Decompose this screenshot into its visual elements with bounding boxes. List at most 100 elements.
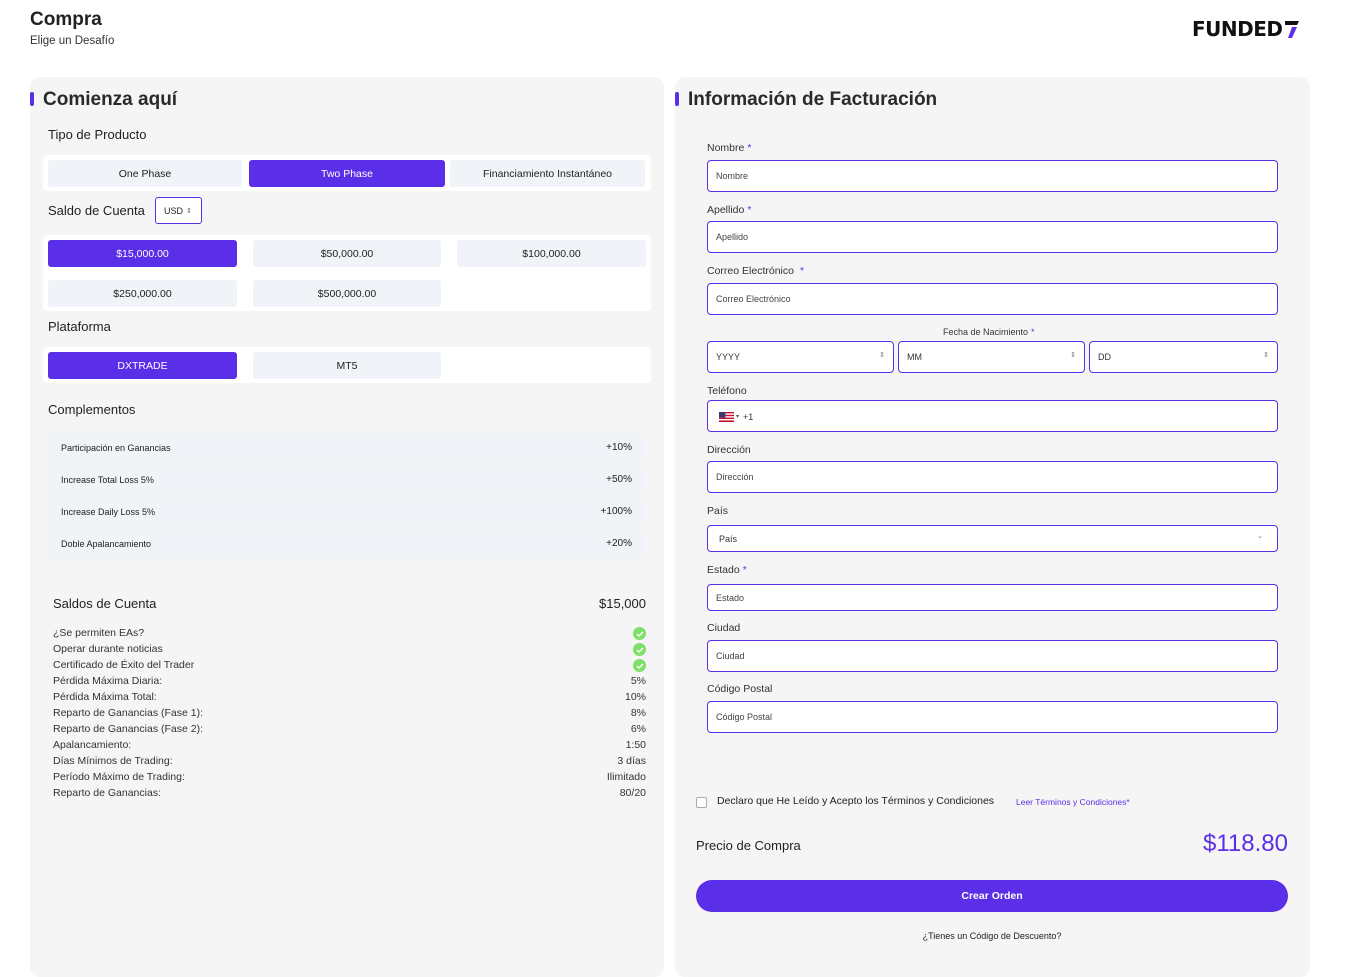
balance-100000[interactable]: $100,000.00	[457, 240, 646, 267]
purchase-price-label: Precio de Compra	[696, 838, 801, 853]
required-mark: *	[742, 564, 747, 576]
summary-row: Reparto de Ganancias (Fase 1): 8%	[53, 707, 646, 723]
dob-year-value: YYYY	[716, 352, 741, 362]
logo-text: FUNDED	[1192, 17, 1283, 41]
required-mark: *	[799, 265, 805, 277]
first-name-label: Nombre *	[707, 142, 751, 154]
product-two-phase[interactable]: Two Phase	[249, 160, 445, 187]
product-instant-funding[interactable]: Financiamiento Instantáneo	[450, 160, 645, 187]
city-label: Ciudad	[707, 622, 741, 634]
summary-row: Período Máximo de Trading: Ilimitado	[53, 771, 646, 787]
country-label: País	[707, 505, 729, 517]
us-flag-icon[interactable]	[719, 412, 734, 422]
first-name-input[interactable]	[707, 160, 1278, 192]
addon-price: +100%	[600, 506, 632, 517]
summary-key: Pérdida Máxima Diaria:	[53, 675, 163, 687]
summary-value: 3 días	[617, 755, 646, 767]
summary-key: Operar durante noticias	[53, 643, 163, 655]
check-icon	[633, 627, 646, 640]
dob-year-select[interactable]: YYYY ⇕	[707, 341, 894, 373]
summary-key: Período Máximo de Trading:	[53, 771, 185, 783]
balance-group: $15,000.00 $50,000.00 $100,000.00 $250,0…	[43, 235, 651, 311]
product-type-label: Tipo de Producto	[48, 127, 147, 142]
state-input[interactable]	[707, 584, 1278, 611]
funded-logo: FUNDED	[1192, 17, 1300, 41]
dob-month-value: MM	[907, 352, 922, 362]
summary-check-row: ¿Se permiten EAs?	[53, 627, 646, 643]
page-title: Compra	[30, 9, 102, 30]
section-title-start: Comienza aquí	[43, 89, 178, 110]
terms-checkbox[interactable]	[696, 797, 707, 808]
dob-month-select[interactable]: MM ⇕	[898, 341, 1085, 373]
label-text: Estado	[707, 564, 740, 576]
section-accent-bar	[675, 92, 679, 106]
phone-input[interactable]: ▾ +1	[707, 400, 1278, 432]
summary-value: 1:50	[625, 739, 646, 751]
addon-row[interactable]: Participación en Ganancias +10%	[48, 433, 646, 463]
country-value: País	[719, 533, 738, 544]
email-label: Correo Electrónico *	[707, 265, 804, 277]
terms-text: Declaro que He Leído y Acepto los Términ…	[717, 795, 995, 807]
summary-value: 5%	[630, 675, 646, 687]
addon-row[interactable]: Doble Apalancamiento +20%	[48, 529, 646, 559]
create-order-button[interactable]: Crear Orden	[696, 880, 1288, 912]
check-icon	[633, 643, 646, 656]
account-balance-label: Saldo de Cuenta	[48, 203, 145, 218]
select-arrows-icon: ⇕	[1263, 352, 1269, 359]
discount-code-link[interactable]: ¿Tienes un Código de Descuento?	[696, 931, 1288, 941]
addon-name: Participación en Ganancias	[61, 443, 171, 453]
address-label: Dirección	[707, 444, 751, 456]
summary-check-row: Operar durante noticias	[53, 643, 646, 659]
required-mark: *	[747, 204, 752, 216]
balance-250000[interactable]: $250,000.00	[48, 280, 237, 307]
addon-price: +50%	[606, 474, 632, 485]
phone-label: Teléfono	[707, 385, 747, 397]
summary-key: Pérdida Máxima Total:	[53, 691, 157, 703]
postal-code-label: Código Postal	[707, 683, 773, 695]
summary-key: Apalancamiento:	[53, 739, 132, 751]
addon-row[interactable]: Increase Total Loss 5% +50%	[48, 465, 646, 495]
dob-day-value: DD	[1098, 352, 1111, 362]
postal-code-input[interactable]	[707, 701, 1278, 733]
summary-row: Reparto de Ganancias (Fase 2): 6%	[53, 723, 646, 739]
required-mark: *	[747, 142, 752, 154]
summary-value: 8%	[630, 707, 646, 719]
last-name-input[interactable]	[707, 221, 1278, 253]
product-type-group: One Phase Two Phase Financiamiento Insta…	[43, 155, 651, 191]
label-text: Correo Electrónico	[707, 265, 794, 277]
summary-value: 80/20	[619, 787, 646, 799]
section-accent-bar	[30, 92, 34, 106]
summary-row: Apalancamiento: 1:50	[53, 739, 646, 755]
balance-15000[interactable]: $15,000.00	[48, 240, 237, 267]
platform-mt5[interactable]: MT5	[253, 352, 441, 379]
summary-key: Reparto de Ganancias (Fase 2):	[53, 723, 203, 735]
currency-value: USD	[164, 205, 184, 216]
product-one-phase[interactable]: One Phase	[48, 160, 242, 187]
required-mark: *	[1031, 327, 1035, 337]
select-arrows-icon: ⇕	[186, 207, 192, 215]
email-input[interactable]	[707, 283, 1278, 315]
state-label: Estado *	[707, 564, 747, 576]
terms-link[interactable]: Leer Términos y Condiciones*	[1016, 797, 1130, 807]
select-arrows-icon: ⇕	[1070, 352, 1076, 359]
address-input[interactable]	[707, 461, 1278, 493]
page-subtitle: Elige un Desafío	[30, 35, 115, 47]
chevron-down-icon: ▾	[736, 414, 740, 420]
summary-row: Reparto de Ganancias: 80/20	[53, 787, 646, 803]
balance-50000[interactable]: $50,000.00	[253, 240, 441, 267]
summary-value: 10%	[624, 691, 646, 703]
country-select[interactable]: País ⌄	[707, 525, 1278, 552]
phone-country-code: +1	[743, 412, 754, 422]
summary-value: 6%	[630, 723, 646, 735]
summary-row: Pérdida Máxima Total: 10%	[53, 691, 646, 707]
summary-heading: Saldos de Cuenta	[53, 596, 157, 611]
check-icon	[633, 659, 646, 672]
balance-500000[interactable]: $500,000.00	[253, 280, 441, 307]
label-text: Apellido	[707, 204, 745, 216]
currency-select[interactable]: USD ⇕	[155, 197, 202, 224]
platform-dxtrade[interactable]: DXTRADE	[48, 352, 237, 379]
summary-row: Días Mínimos de Trading: 3 días	[53, 755, 646, 771]
dob-day-select[interactable]: DD ⇕	[1089, 341, 1278, 373]
city-input[interactable]	[707, 640, 1278, 672]
addon-row[interactable]: Increase Daily Loss 5% +100%	[48, 497, 646, 527]
